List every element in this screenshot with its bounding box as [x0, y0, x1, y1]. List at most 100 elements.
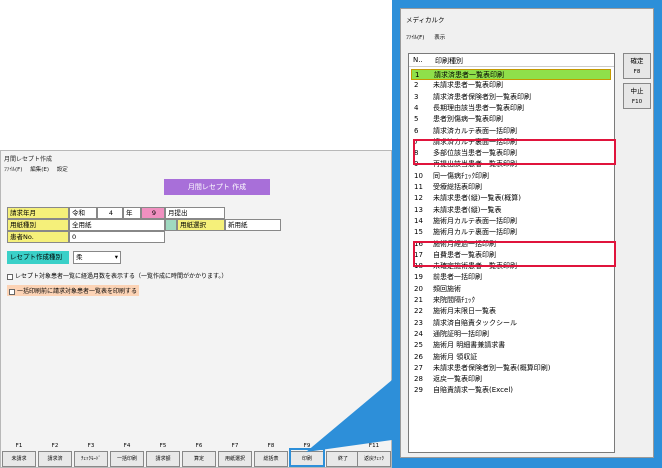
paper-select-field[interactable]: 新用紙: [225, 219, 281, 231]
list-item-label: 未請求患者(縦)一覧表(概算): [433, 194, 521, 203]
print-type-list[interactable]: N.. 印刷種別 1 請求済患者一覧表印刷 2 未請求患者一覧表印刷 3 請求済患者保険者…: [408, 53, 616, 453]
fkey-calc-button[interactable]: 算定: [182, 451, 216, 467]
list-item-label: 患者別傷病一覧表印刷: [433, 115, 503, 124]
fkey-summary-button[interactable]: 総括表: [254, 451, 288, 467]
fkey-num-2: F2: [51, 443, 59, 449]
list-item-label: 請求済カルテ表面一括印刷: [433, 126, 517, 135]
list-item[interactable]: 1 請求済患者一覧表印刷: [411, 69, 611, 80]
chevron-down-icon: ▾: [114, 253, 118, 261]
fkey-return-check-button[interactable]: 返戻ﾁｪｯｸ: [357, 451, 391, 467]
show-months-label: レセプト対象患者一覧に経過月数を表示する（一覧作成に時間がかかります。）: [15, 273, 228, 280]
dialog-title: メディカルク: [406, 16, 445, 24]
list-item[interactable]: 3 請求済患者保険者別一覧表印刷: [411, 92, 611, 103]
fkey-num-9: F9: [303, 443, 311, 449]
fkey-num-7: F7: [231, 443, 239, 449]
show-months-checkbox[interactable]: レセプト対象患者一覧に経過月数を表示する（一覧作成に時間がかかります。）: [7, 271, 227, 280]
fkey-paper-select-button[interactable]: 用紙選択: [218, 451, 252, 467]
month-unit: 月提出: [165, 207, 225, 219]
dialog-menu-bar: ﾌｧｲﾙ(F) 表示: [406, 33, 453, 41]
page-banner: 月間レセプト 作成: [164, 179, 270, 195]
rece-type-value: 柔: [76, 253, 83, 261]
fkey-batch-print-button[interactable]: 一括印刷: [110, 451, 144, 467]
patient-no-field[interactable]: 0: [69, 231, 165, 243]
highlight-box-monthly-karte: [413, 241, 616, 267]
list-item-label: 請求済自賠責タックシール: [433, 318, 517, 327]
list-item[interactable]: 11 受療総括表印刷: [411, 182, 611, 193]
list-item[interactable]: 13 未請求患者(縦)一覧表: [411, 205, 611, 216]
list-item[interactable]: 21 来院間隔ﾁｪｯｸ: [411, 295, 611, 306]
print-list-label: 一括印刷前に請求対象患者一覧表を印刷する: [17, 288, 138, 295]
paper-type-field[interactable]: 全用紙: [69, 219, 165, 231]
list-item[interactable]: 27 未請求患者保険者別一覧表(概算印刷): [411, 363, 611, 374]
list-item-label: 同一傷病ﾁｪｯｸ印刷: [433, 171, 489, 180]
menu-file[interactable]: ﾌｧｲﾙ(F): [4, 167, 22, 173]
year-unit: 年: [123, 207, 141, 219]
paper-select-label: 用紙選択: [177, 219, 225, 231]
list-item[interactable]: 22 施術月末限日一覧表: [411, 306, 611, 317]
list-item-number: 26: [414, 352, 423, 361]
list-item-number: 10: [414, 171, 423, 180]
month-field[interactable]: 9: [141, 207, 165, 219]
list-item[interactable]: 29 自賠責請求一覧表(Excel): [411, 385, 611, 396]
fkey-num-4: F4: [123, 443, 131, 449]
list-item[interactable]: 28 返戻一覧表印刷: [411, 374, 611, 385]
list-item-label: 頻回施術: [433, 284, 461, 293]
dialog-menu-view[interactable]: 表示: [434, 35, 445, 41]
fkey-claim-amount-button[interactable]: 請求額: [146, 451, 180, 467]
list-item-label: 前患者一括印刷: [433, 273, 482, 282]
dialog-menu-file[interactable]: ﾌｧｲﾙ(F): [406, 35, 424, 41]
list-item[interactable]: 6 請求済カルテ表面一括印刷: [411, 126, 611, 137]
fkey-exit-button[interactable]: 終了: [326, 451, 360, 467]
column-header-type[interactable]: 印刷種別: [435, 56, 463, 66]
list-item[interactable]: 2 未請求患者一覧表印刷: [411, 80, 611, 91]
menu-edit[interactable]: 編集(E): [30, 167, 49, 173]
fkey-check-mode-button[interactable]: ﾁｪｯｸﾓｰﾄﾞ: [74, 451, 108, 467]
list-item[interactable]: 10 同一傷病ﾁｪｯｸ印刷: [411, 171, 611, 182]
list-item-label: 施術月末限日一覧表: [433, 307, 496, 316]
list-item[interactable]: 26 施術月 領収証: [411, 352, 611, 363]
list-item-label: 受療総括表印刷: [433, 183, 482, 191]
list-item[interactable]: 15 施術月カルテ裏面一括印刷: [411, 227, 611, 238]
list-item-label: 施術月 領収証: [433, 352, 478, 361]
list-item-label: 通院証明一括印刷: [433, 329, 489, 338]
fkey-num-5: F5: [159, 443, 167, 449]
cancel-button[interactable]: 中止 F10: [623, 83, 651, 109]
list-item[interactable]: 19 前患者一括印刷: [411, 272, 611, 283]
fkey-num-3: F3: [87, 443, 95, 449]
column-header-no[interactable]: N..: [413, 56, 423, 64]
rece-type-label: レセプト作成種別: [7, 251, 69, 264]
rece-type-select[interactable]: 柔 ▾: [73, 251, 121, 264]
list-item-number: 3: [414, 92, 419, 101]
list-item-label: 請求済患者保険者別一覧表印刷: [433, 92, 531, 101]
list-item[interactable]: 24 通院証明一括印刷: [411, 329, 611, 340]
list-item[interactable]: 23 請求済自賠責タックシール: [411, 318, 611, 329]
list-item-label: 施術月カルテ表面一括印刷: [433, 216, 517, 225]
menu-bar: ﾌｧｲﾙ(F) 編集(E) 設定: [4, 165, 74, 173]
confirm-button[interactable]: 確定 F8: [623, 53, 651, 79]
list-item-number: 29: [414, 386, 423, 395]
list-item[interactable]: 12 未請求患者(縦)一覧表(概算): [411, 193, 611, 204]
fkey-claimed-button[interactable]: 請求済: [38, 451, 72, 467]
fkey-print-button[interactable]: 印刷: [290, 451, 324, 467]
list-item-number: 23: [414, 318, 423, 327]
menu-settings[interactable]: 設定: [57, 167, 68, 173]
print-type-dialog: メディカルク ﾌｧｲﾙ(F) 表示 N.. 印刷種別 1 請求済患者一覧表印刷 2 未…: [400, 8, 654, 458]
paper-select-indicator: [165, 219, 177, 231]
fkey-num-6: F6: [195, 443, 203, 449]
list-item[interactable]: 5 患者別傷病一覧表印刷: [411, 114, 611, 125]
fkey-unclaimed-button[interactable]: 未請求: [2, 451, 36, 467]
list-item-number: 5: [414, 115, 419, 124]
list-item[interactable]: 4 長期理由該当患者一覧表印刷: [411, 103, 611, 114]
list-item-label: 長期理由該当患者一覧表印刷: [433, 103, 524, 112]
list-item[interactable]: 14 施術月カルテ表面一括印刷: [411, 216, 611, 227]
print-list-checkbox[interactable]: 一括印刷前に請求対象患者一覧表を印刷する: [7, 285, 140, 296]
list-item-number: 21: [414, 296, 423, 304]
list-item[interactable]: 20 頻回施術: [411, 284, 611, 295]
list-item-number: 19: [414, 273, 423, 282]
claim-month-label: 請求年月: [7, 207, 69, 219]
list-item-label: 施術月 明細書兼請求書: [433, 341, 506, 350]
list-item-label: 未請求患者保険者別一覧表(概算印刷): [433, 363, 551, 372]
era-field[interactable]: 令和: [69, 207, 97, 219]
list-item[interactable]: 25 施術月 明細書兼請求書: [411, 340, 611, 351]
year-field[interactable]: 4: [97, 207, 123, 219]
